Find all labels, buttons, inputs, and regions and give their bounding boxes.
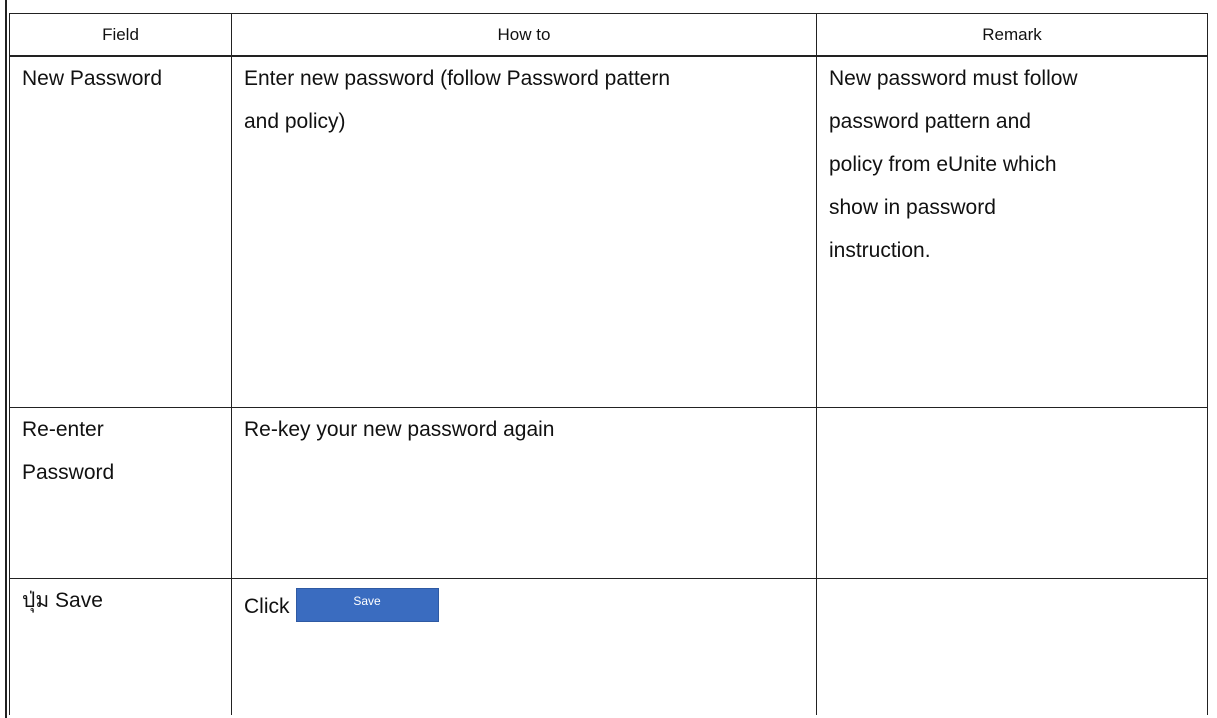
field-name-new-password: New Password bbox=[22, 67, 163, 90]
remark-cell: New password must follow password patter… bbox=[816, 55, 1208, 408]
header-how-to: How to bbox=[231, 13, 817, 57]
how-to-cell: Re-key your new password again bbox=[231, 407, 817, 579]
table-row-new-password: New Password Enter new password (follow … bbox=[9, 55, 1208, 408]
field-instructions-table: Field How to Remark New Password Enter n… bbox=[9, 13, 1208, 715]
field-cell: Re-enter Password bbox=[9, 407, 232, 579]
field-name-line: Re-enter bbox=[22, 418, 104, 441]
how-to-line: Re-key your new password again bbox=[244, 418, 555, 441]
save-button-illustration: Save bbox=[295, 588, 439, 622]
table-header-row: Field How to Remark bbox=[9, 13, 1208, 57]
remark-line: instruction. bbox=[829, 239, 931, 262]
header-field: Field bbox=[9, 13, 232, 57]
field-cell: ปุ่ม Save bbox=[9, 578, 232, 715]
field-name-save: ปุ่ม Save bbox=[22, 589, 103, 612]
click-label: Click bbox=[244, 595, 290, 618]
field-name-line: Password bbox=[22, 461, 115, 484]
remark-cell bbox=[816, 578, 1208, 715]
how-to-line: Enter new password (follow Password patt… bbox=[244, 67, 671, 90]
table-row-reenter-password: Re-enter Password Re-key your new passwo… bbox=[9, 407, 1208, 579]
remark-cell bbox=[816, 407, 1208, 579]
page-left-border bbox=[5, 0, 7, 718]
remark-line: policy from eUnite which bbox=[829, 153, 1057, 176]
field-cell: New Password bbox=[9, 55, 232, 408]
table-row-save-button: ปุ่ม Save Click Save bbox=[9, 578, 1208, 715]
remark-line: password pattern and bbox=[829, 110, 1031, 133]
save-instruction: Click Save bbox=[244, 585, 804, 628]
how-to-cell: Enter new password (follow Password patt… bbox=[231, 55, 817, 408]
remark-line: show in password bbox=[829, 196, 996, 219]
remark-line: New password must follow bbox=[829, 67, 1078, 90]
how-to-line: and policy) bbox=[244, 110, 346, 133]
how-to-cell: Click Save bbox=[231, 578, 817, 715]
header-remark: Remark bbox=[816, 13, 1208, 57]
